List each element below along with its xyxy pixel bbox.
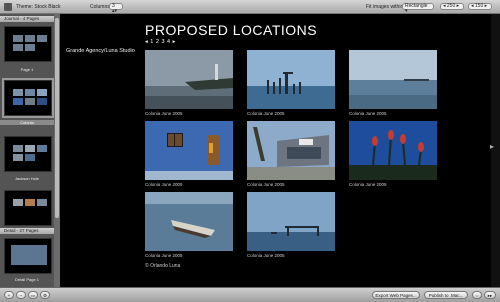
photo-lighthouse-shore[interactable]	[145, 50, 233, 109]
height-field[interactable]: ◂ 150 ▸	[468, 3, 492, 10]
width-field[interactable]: ◂ 250 ▸	[440, 3, 464, 10]
bottom-toolbar: + − ▭ ⚙ Export Web Pages... Publish to .…	[0, 287, 500, 302]
sidebar-scrollbar[interactable]	[54, 14, 60, 287]
photo-pool-building[interactable]	[247, 121, 335, 180]
columns-stepper[interactable]: 3 ▴▾	[109, 3, 123, 14]
journal-group-header[interactable]: Journal - 4 Pages	[0, 16, 54, 22]
photo-caption: Colonia June 2005	[247, 253, 285, 258]
photo-caption: Colonia June 2005	[349, 111, 387, 116]
photo-caption: Colonia June 2005	[145, 111, 183, 116]
fit-shape-select[interactable]: Rectangle ▾	[402, 3, 434, 14]
page-navigation[interactable]: ◂ 1 2 3 4 ▸	[145, 39, 175, 45]
page-label-detail-1: Detail Page 1	[14, 277, 39, 282]
page-thumbnail-detail-1[interactable]	[4, 238, 52, 274]
resize-arrow-icon[interactable]: ▸	[490, 142, 494, 151]
theme-label[interactable]: Theme: Stock Black	[16, 4, 60, 10]
page-label-colonia: Colonia	[0, 120, 54, 125]
photo-caption: Colonia June 2005	[145, 182, 183, 187]
page-title: PROPOSED LOCATIONS	[145, 22, 318, 38]
view-toggle-button[interactable]: ▭	[28, 291, 38, 299]
remove-page-button[interactable]: −	[16, 291, 26, 299]
publish-mac-button[interactable]: Publish to .Mac...	[424, 291, 468, 299]
photo-jetty[interactable]	[247, 192, 335, 251]
fullscreen-icon[interactable]: ⇔	[472, 291, 482, 299]
agency-label: Grande Agency/Luna Studio	[66, 48, 135, 54]
photo-pier-posts[interactable]	[247, 50, 335, 109]
page-thumbnail-jackson-hole[interactable]	[4, 136, 52, 172]
gear-icon[interactable]: ⚙	[40, 291, 50, 299]
next-page-icon[interactable]: ▸▸	[484, 291, 496, 299]
top-toolbar: Theme: Stock Black Columns: 3 ▴▾ Fit ima…	[0, 0, 500, 14]
page-thumbnail-1[interactable]	[4, 26, 52, 62]
copyright-text: © Orlando Luna	[145, 263, 181, 269]
page-preview: PROPOSED LOCATIONS ◂ 1 2 3 4 ▸ Grande Ag…	[61, 14, 491, 287]
export-web-pages-button[interactable]: Export Web Pages...	[372, 291, 420, 299]
photo-rowboat[interactable]	[145, 192, 233, 251]
page-thumbnail-colonia[interactable]	[2, 78, 54, 118]
page-sidebar: Journal - 4 Pages Page 1 Colonia Jackson…	[0, 14, 60, 287]
photo-horizon-sea[interactable]	[349, 50, 437, 109]
page-thumbnail-4[interactable]	[4, 190, 52, 226]
columns-label: Columns:	[90, 4, 112, 10]
photo-blue-wall-window[interactable]	[145, 121, 233, 180]
theme-icon[interactable]	[4, 3, 12, 11]
page-label-1: Page 1	[20, 67, 34, 72]
add-page-button[interactable]: +	[4, 291, 14, 299]
fit-images-label: Fit images within:	[366, 4, 405, 10]
page-label-jackson-hole: Jackson Hole	[14, 176, 39, 181]
photo-caption: Colonia June 2005	[349, 182, 387, 187]
photo-caption: Colonia June 2005	[247, 182, 285, 187]
photo-aloe-plants[interactable]	[349, 121, 437, 180]
photo-caption: Colonia June 2005	[145, 253, 183, 258]
photo-caption: Colonia June 2005	[247, 111, 285, 116]
detail-group-header[interactable]: Detail - 27 Pages	[0, 228, 54, 234]
